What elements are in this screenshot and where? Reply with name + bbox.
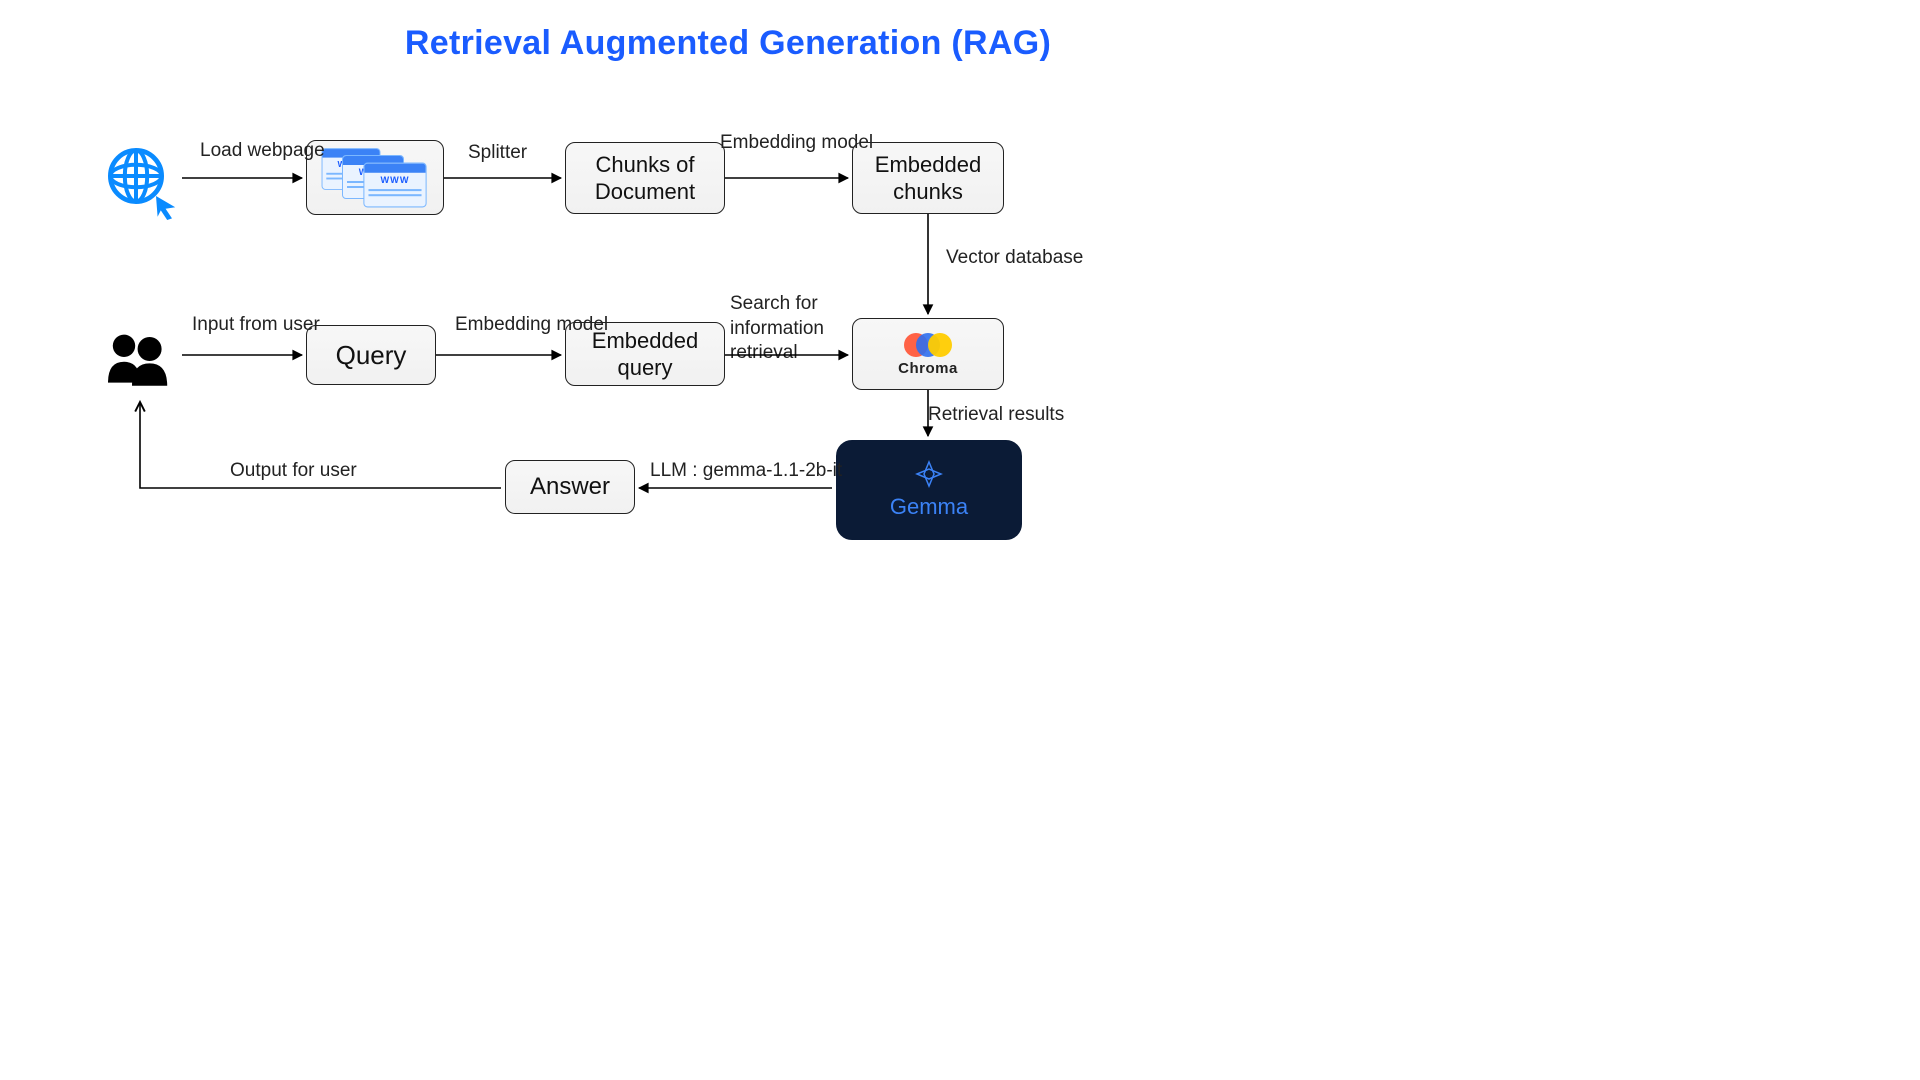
- edge-embedding-model-1-label: Embedding model: [720, 132, 873, 154]
- arrows-layer: [0, 0, 1456, 816]
- gemma-node: Gemma: [836, 440, 1022, 540]
- embedded-chunks-label: Embedded chunks: [863, 151, 993, 206]
- diagram-canvas: Retrieval Augmented Generation (RAG) WWW…: [0, 0, 1456, 816]
- chunks-label: Chunks of Document: [576, 151, 714, 206]
- query-node: Query: [306, 325, 436, 385]
- edge-search-label: Search for information retrieval: [730, 292, 860, 366]
- edge-splitter-label: Splitter: [468, 142, 527, 164]
- chroma-node: Chroma: [852, 318, 1004, 390]
- edge-embedding-model-2-label: Embedding model: [455, 314, 608, 336]
- edge-load-webpage-label: Load webpage: [200, 140, 325, 162]
- answer-node: Answer: [505, 460, 635, 514]
- chroma-label: Chroma: [898, 360, 958, 379]
- webpage-node: WWW WWW WWW: [306, 140, 444, 215]
- chunks-node: Chunks of Document: [565, 142, 725, 214]
- edge-vector-database-label: Vector database: [946, 247, 1083, 269]
- edge-input-from-user-label: Input from user: [192, 314, 320, 336]
- edge-llm-label: LLM : gemma-1.1-2b-it: [650, 460, 842, 482]
- edge-output-label: Output for user: [230, 460, 357, 482]
- webpage-icon: WWW WWW WWW: [320, 147, 430, 209]
- users-icon: [100, 325, 180, 397]
- globe-icon: [100, 140, 180, 220]
- gemma-label: Gemma: [890, 493, 968, 521]
- diagram-title: Retrieval Augmented Generation (RAG): [0, 24, 1456, 63]
- gemma-logo-icon: [914, 459, 944, 489]
- answer-label: Answer: [530, 472, 610, 502]
- query-label: Query: [336, 339, 407, 372]
- edge-retrieval-results-label: Retrieval results: [928, 404, 1064, 426]
- chroma-logo-icon: [901, 330, 955, 360]
- embedded-chunks-node: Embedded chunks: [852, 142, 1004, 214]
